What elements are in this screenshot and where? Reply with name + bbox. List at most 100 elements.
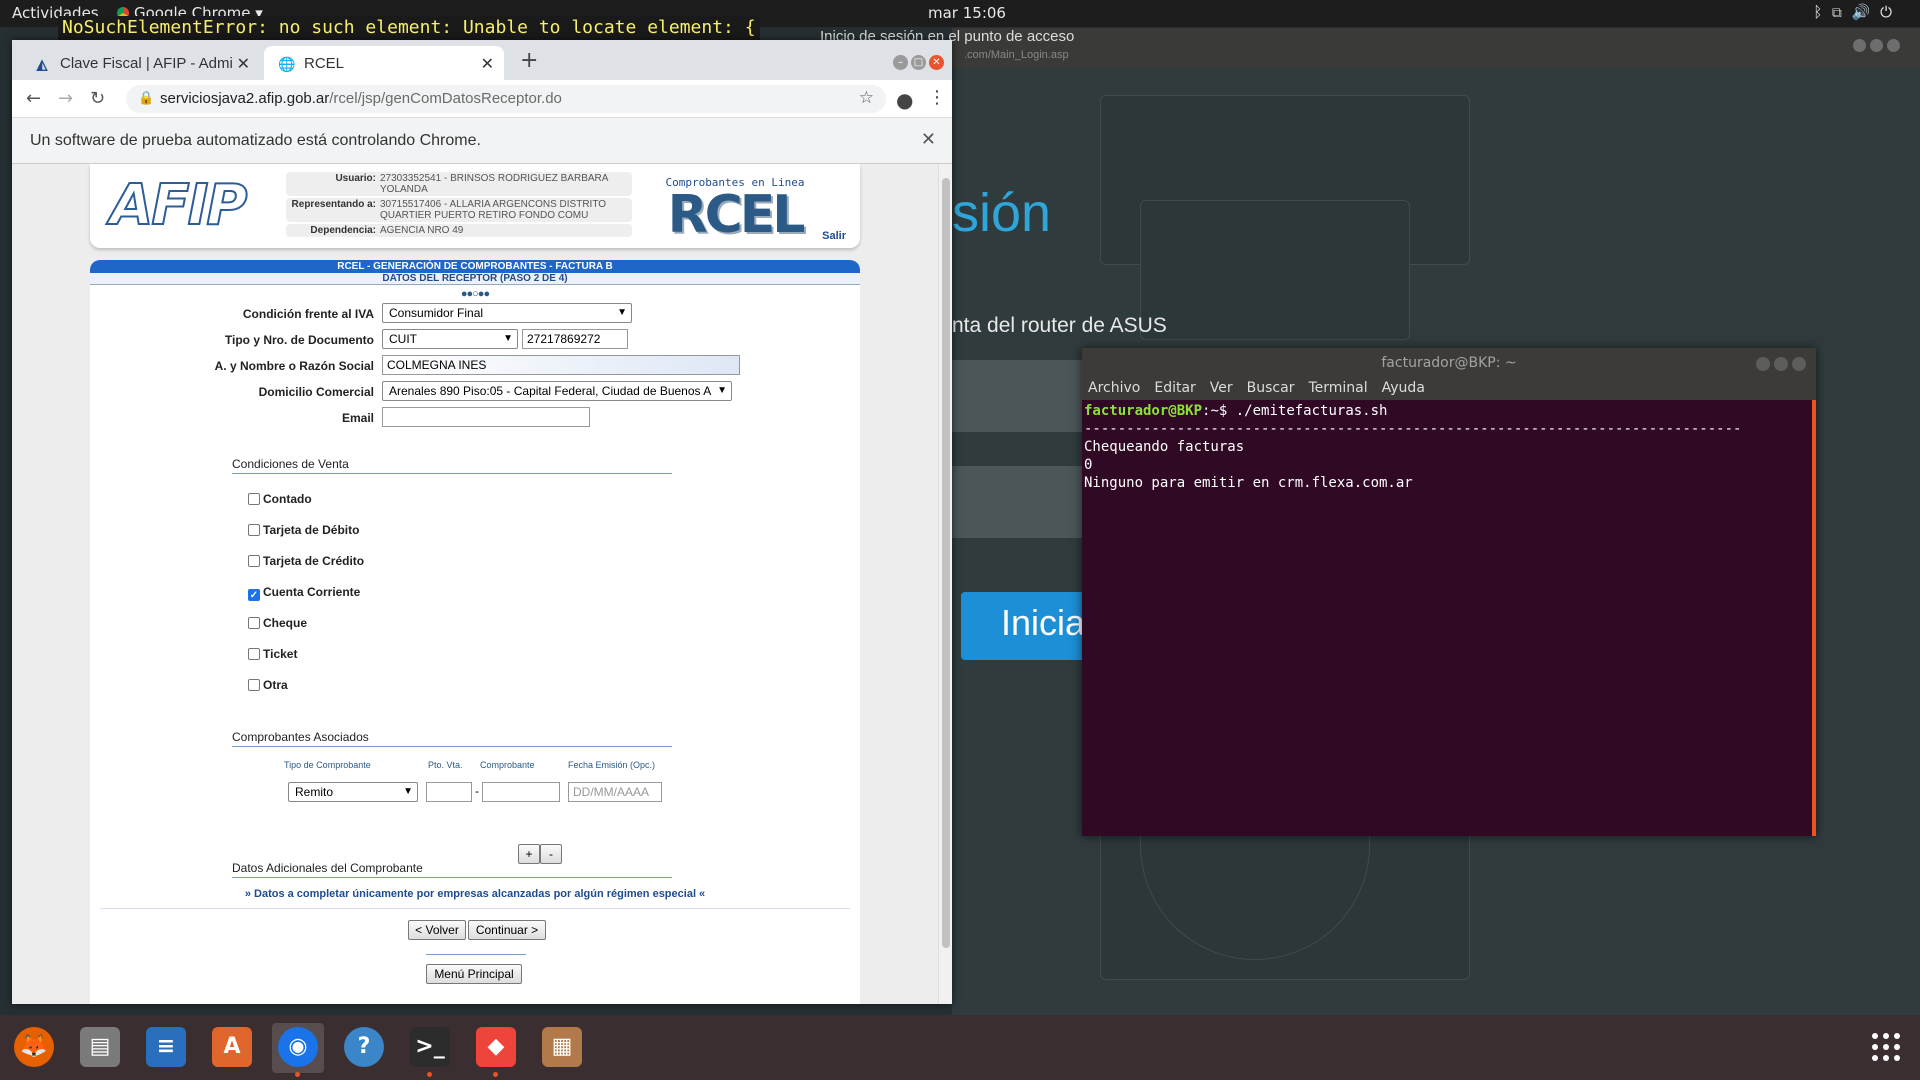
checkbox-box[interactable] [248,617,260,629]
razon-social-label: A. y Nombre o Razón Social [214,359,374,373]
profile-icon[interactable]: ● [896,88,913,112]
fecha-emision-input[interactable]: DD/MM/AAAA [568,782,662,802]
checkmark-icon[interactable]: ✓ [248,589,260,601]
checkbox-box[interactable] [248,679,260,691]
close-window-icon[interactable]: ✕ [929,55,944,70]
background-window-controls [1849,38,1900,56]
continuar-button[interactable]: Continuar > [468,920,546,940]
menu-editar[interactable]: Editar [1154,380,1195,396]
tab-rcel[interactable]: 🌐 RCEL ✕ [264,46,504,80]
documento-label: Tipo y Nro. de Documento [224,333,374,347]
infobar-close-icon[interactable]: ✕ [921,129,936,150]
domicilio-select[interactable]: Arenales 890 Piso:05 - Capital Federal, … [382,381,732,401]
checkbox-box[interactable] [248,648,260,660]
checkbox-cheque[interactable]: Cheque [248,616,307,630]
close-icon[interactable] [1792,357,1806,371]
tipo-comprobante-select[interactable]: Remito ▼ [288,782,418,802]
checkbox-tarjeta-credito[interactable]: Tarjeta de Crédito [248,554,364,568]
menu-principal-button[interactable]: Menú Principal [426,964,522,984]
background-subtitle: nta del router de ASUS [952,314,1167,337]
forward-icon[interactable]: → [58,88,73,109]
dock-item-anydesk[interactable]: ◆ [470,1023,522,1077]
dock-item-writer[interactable]: ≡ [140,1023,192,1073]
checkbox-otra[interactable]: Otra [248,678,288,692]
datos-adicionales-link[interactable]: » Datos a completar únicamente por empre… [90,888,860,900]
reload-icon[interactable]: ↻ [90,88,105,109]
prompt-path: :~$ [1202,403,1228,419]
infobar-message: Un software de prueba automatizado está … [30,132,481,149]
chevron-down-icon: ▼ [617,307,627,318]
network-icon[interactable]: ⧉ [1832,3,1851,21]
menu-ver[interactable]: Ver [1210,380,1233,396]
menu-buscar[interactable]: Buscar [1247,380,1295,396]
pto-vta-input[interactable] [426,782,472,802]
divider [426,954,526,955]
dock: 🦊 ▤ ≡ A ◉? >_ ◆ ▦ [0,1015,1920,1080]
form-band-subtitle: DATOS DEL RECEPTOR (PASO 2 DE 4) [90,273,860,285]
url-path: /rcel/jsp/genComDatosReceptor.do [329,90,562,107]
power-icon[interactable]: ⏻ [1880,3,1902,21]
bookmark-star-icon[interactable]: ☆ [859,88,874,108]
checkbox-ticket[interactable]: Ticket [248,647,297,661]
comprobante-input[interactable] [482,782,560,802]
kebab-menu-icon[interactable]: ⋮ [928,87,946,108]
email-input[interactable] [382,407,590,427]
terminal-window: facturador@BKP: ~ Archivo Editar Ver Buscar… [1082,348,1816,836]
doc-number-input[interactable]: 27217869272 [522,329,628,349]
iva-select[interactable]: Consumidor Final ▼ [382,303,632,323]
background-panel [1140,200,1410,340]
dock-item-firefox[interactable]: 🦊 [8,1023,60,1073]
checkbox-cuenta-corriente[interactable]: ✓ Cuenta Corriente [248,585,360,601]
back-icon[interactable]: ← [26,88,41,109]
form-panel: RCEL - GENERACIÓN DE COMPROBANTES - FACT… [90,260,860,1004]
menu-ayuda[interactable]: Ayuda [1382,380,1425,396]
page-scrollbar[interactable] [938,164,952,1004]
volver-button[interactable]: < Volver [408,920,466,940]
chevron-down-icon: ▼ [503,333,513,344]
menu-archivo[interactable]: Archivo [1088,380,1140,396]
col-fecha: Fecha Emisión (Opc.) [568,760,656,770]
tab-bar: ◭ Clave Fiscal | AFIP - Admin ✕ 🌐 RCEL ✕… [12,40,952,80]
tab-afip[interactable]: ◭ Clave Fiscal | AFIP - Admin ✕ [20,46,260,80]
menu-terminal[interactable]: Terminal [1308,380,1367,396]
dock-item-files[interactable]: ▤ [74,1023,126,1073]
razon-social-input[interactable]: COLMEGNA INES [382,355,740,375]
doc-type-value: CUIT [389,332,417,346]
show-applications-icon[interactable] [1872,1033,1902,1063]
minimize-icon[interactable] [1756,357,1770,371]
checkbox-box[interactable] [248,493,260,505]
new-tab-button[interactable]: + [520,48,538,73]
minimize-icon[interactable]: – [893,55,908,70]
close-icon[interactable]: ✕ [481,54,494,74]
doc-type-select[interactable]: CUIT ▼ [382,329,518,349]
salir-link[interactable]: Salir [822,230,846,242]
maximize-icon[interactable]: □ [911,55,926,70]
terminal-output[interactable]: facturador@BKP:~$ ./emitefacturas.sh ---… [1082,400,1812,836]
clock[interactable]: mar 15:06 [928,4,1006,22]
automation-infobar: Un software de prueba automatizado está … [12,118,952,164]
prompt-user: facturador@BKP [1084,403,1203,419]
background-username-field [952,360,1082,432]
dock-item-help[interactable]: ? [338,1023,390,1073]
checkbox-contado[interactable]: Contado [248,492,312,506]
checkbox-box[interactable] [248,524,260,536]
grid-dot [1872,1055,1878,1061]
background-url-hint: .com/Main_Login.asp [964,49,1069,61]
dock-item-software[interactable]: A [206,1023,258,1073]
lock-icon[interactable]: 🔒 [138,90,154,106]
maximize-icon[interactable] [1774,357,1788,371]
volume-icon[interactable]: 🔊 [1851,3,1880,21]
checkbox-box[interactable] [248,555,260,567]
close-icon[interactable]: ✕ [232,54,250,74]
dock-item-archive[interactable]: ▦ [536,1023,588,1073]
tipo-comprobante-value: Remito [295,785,334,799]
dock-item-terminal[interactable]: >_ [404,1023,456,1077]
url-field[interactable]: 🔒 serviciosjava2.afip.gob.ar/rcel/jsp/ge… [126,85,886,113]
asociados-table: Tipo de Comprobante Pto. Vta. Comprobant… [90,760,860,820]
background-window-titlebar: .com/Main_Login.asp [952,28,1920,68]
system-tray[interactable]: ᛒ⧉🔊⏻ [1813,3,1902,21]
dock-item-chrome[interactable]: ◉ [272,1023,324,1077]
bluetooth-icon[interactable]: ᛒ [1813,3,1832,21]
scrollbar-thumb[interactable] [942,178,950,948]
checkbox-tarjeta-debito[interactable]: Tarjeta de Débito [248,523,359,537]
